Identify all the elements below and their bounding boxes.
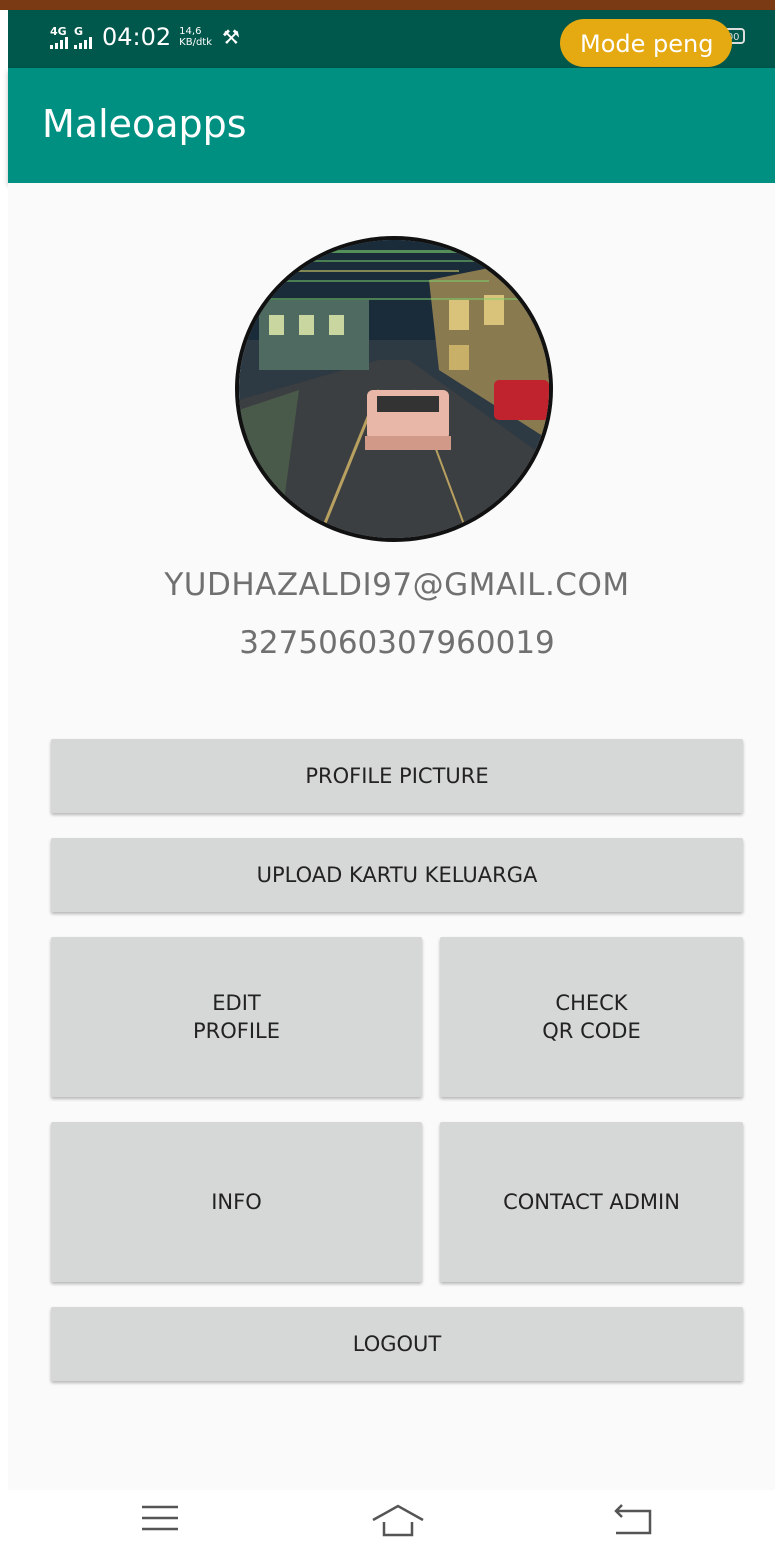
speed-unit: KB/dtk	[179, 37, 213, 48]
tools-icon: ⚒	[222, 25, 240, 49]
menu-icon[interactable]	[140, 1502, 180, 1534]
app-title: Maleoapps	[42, 102, 247, 146]
network-type-1: 4G	[50, 24, 67, 38]
profile-avatar[interactable]	[235, 236, 553, 542]
profile-picture-button[interactable]: PROFILE PICTURE	[51, 739, 743, 813]
status-bar: 4G G 04:02 14,6 KB/dtk ⚒ 100 Mode peng	[8, 10, 775, 68]
contact-admin-button[interactable]: CONTACT ADMIN	[440, 1122, 743, 1282]
network-speed: 14,6 KB/dtk	[179, 26, 212, 48]
logout-button[interactable]: LOGOUT	[51, 1307, 743, 1381]
user-nik: 3275060307960019	[239, 625, 555, 661]
upload-kartu-keluarga-button[interactable]: UPLOAD KARTU KELUARGA	[51, 838, 743, 912]
app-bar: Maleoapps	[8, 68, 775, 183]
avatar-image	[239, 240, 549, 538]
speed-value: 14,6	[179, 26, 202, 37]
network-type-2: G	[74, 24, 84, 38]
home-icon[interactable]	[370, 1502, 426, 1538]
signal-4g-icon: 4G	[50, 26, 68, 49]
edit-profile-button[interactable]: EDIT PROFILE	[51, 937, 422, 1097]
profile-screen: YUDHAZALDI97@GMAIL.COM 3275060307960019 …	[8, 183, 775, 1490]
signal-g-icon: G	[74, 26, 92, 49]
user-email: YUDHAZALDI97@GMAIL.COM	[164, 567, 630, 603]
mode-pill[interactable]: Mode peng	[560, 19, 732, 67]
top-edge	[0, 0, 775, 10]
check-qr-code-button[interactable]: CHECK QR CODE	[440, 937, 743, 1097]
navigation-bar	[0, 1490, 775, 1546]
info-button[interactable]: INFO	[51, 1122, 422, 1282]
back-icon[interactable]	[612, 1502, 656, 1536]
status-time: 04:02	[102, 23, 172, 51]
